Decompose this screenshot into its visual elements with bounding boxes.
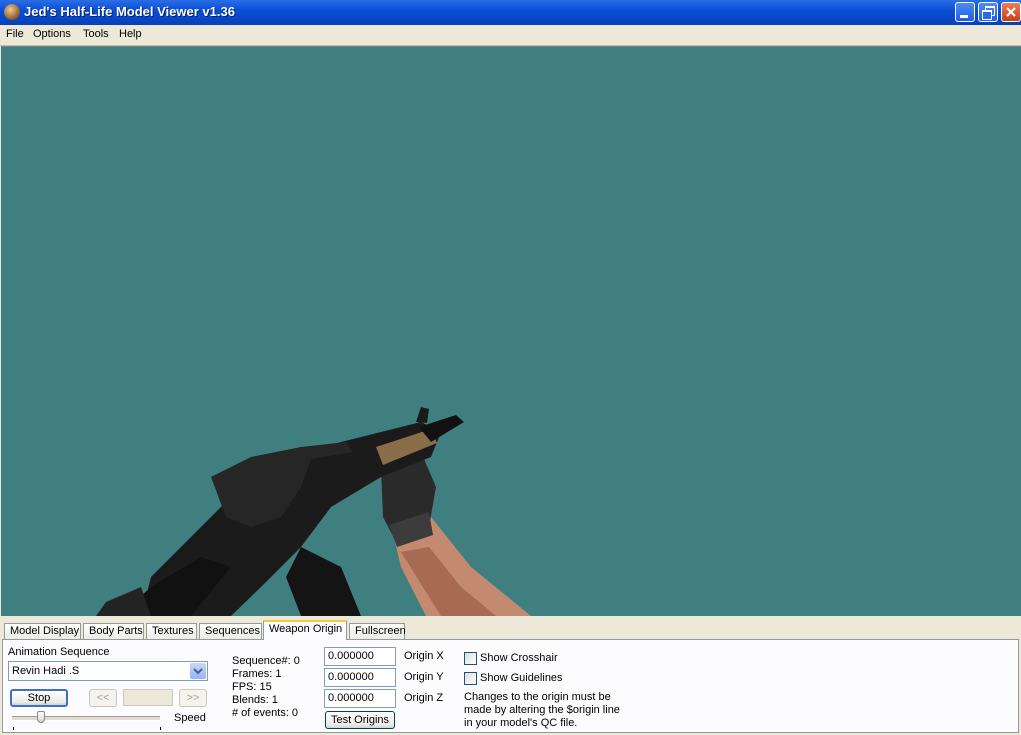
origin-x-label: Origin X xyxy=(404,650,444,662)
menu-bar: File Options Tools Help xyxy=(0,25,1021,46)
origin-note-line-1: Changes to the origin must be xyxy=(464,691,611,703)
next-frame-button[interactable]: >> xyxy=(179,689,207,707)
frame-field[interactable] xyxy=(123,689,173,706)
tab-sequences[interactable]: Sequences xyxy=(199,623,262,639)
tab-fullscreen[interactable]: Fullscreen xyxy=(349,623,406,639)
origin-y-input[interactable]: 0.000000 xyxy=(324,668,396,687)
origin-z-label: Origin Z xyxy=(404,692,444,704)
menu-help[interactable]: Help xyxy=(119,28,142,40)
show-crosshair-checkbox[interactable] xyxy=(464,652,477,665)
prev-frame-button[interactable]: << xyxy=(89,689,117,707)
sequence-number: Sequence#: 0 xyxy=(232,655,300,667)
origin-y-label: Origin Y xyxy=(404,671,444,683)
origin-note-line-2: made by altering the $origin line xyxy=(464,704,620,716)
menu-file[interactable]: File xyxy=(6,28,24,40)
show-guidelines-label[interactable]: Show Guidelines xyxy=(480,672,563,684)
fps-value: FPS: 15 xyxy=(232,681,272,693)
tab-weapon-origin[interactable]: Weapon Origin xyxy=(263,620,347,640)
slider-tick xyxy=(160,727,161,730)
close-icon xyxy=(1006,7,1016,17)
model-viewport[interactable] xyxy=(1,46,1021,616)
stop-button[interactable]: Stop xyxy=(10,689,68,707)
test-origins-button[interactable]: Test Origins xyxy=(325,711,395,729)
show-crosshair-label[interactable]: Show Crosshair xyxy=(480,652,558,664)
title-bar[interactable]: Jed's Half-Life Model Viewer v1.36 xyxy=(0,0,1021,25)
blends-count: Blends: 1 xyxy=(232,694,278,706)
menu-tools[interactable]: Tools xyxy=(83,28,109,40)
tab-strip: Model Display Body Parts Textures Sequen… xyxy=(0,620,1021,640)
speed-label: Speed xyxy=(174,712,206,724)
app-icon[interactable] xyxy=(4,4,20,20)
speed-slider-thumb[interactable] xyxy=(37,711,45,723)
events-count: # of events: 0 xyxy=(232,707,299,719)
restore-button[interactable] xyxy=(978,2,998,22)
speed-slider-track[interactable] xyxy=(12,716,160,721)
origin-x-input[interactable]: 0.000000 xyxy=(324,647,396,666)
weapon-model-render xyxy=(81,407,531,616)
slider-tick xyxy=(13,727,14,730)
origin-z-input[interactable]: 0.000000 xyxy=(324,689,396,708)
window-title: Jed's Half-Life Model Viewer v1.36 xyxy=(24,4,235,19)
frames-count: Frames: 1 xyxy=(232,668,282,680)
animation-sequence-value: Revin Hadi .S xyxy=(12,665,80,677)
minimize-button[interactable] xyxy=(955,2,975,22)
tab-textures[interactable]: Textures xyxy=(146,623,197,639)
animation-sequence-select[interactable]: Revin Hadi .S xyxy=(8,661,208,681)
origin-note-line-3: in your model's QC file. xyxy=(464,717,578,729)
show-guidelines-checkbox[interactable] xyxy=(464,672,477,685)
chevron-down-icon[interactable] xyxy=(190,663,206,679)
animation-sequence-label: Animation Sequence xyxy=(8,646,110,658)
tab-model-display[interactable]: Model Display xyxy=(4,623,81,639)
close-button[interactable] xyxy=(1001,2,1021,22)
menu-options[interactable]: Options xyxy=(33,28,71,40)
tab-body-parts[interactable]: Body Parts xyxy=(83,623,144,639)
